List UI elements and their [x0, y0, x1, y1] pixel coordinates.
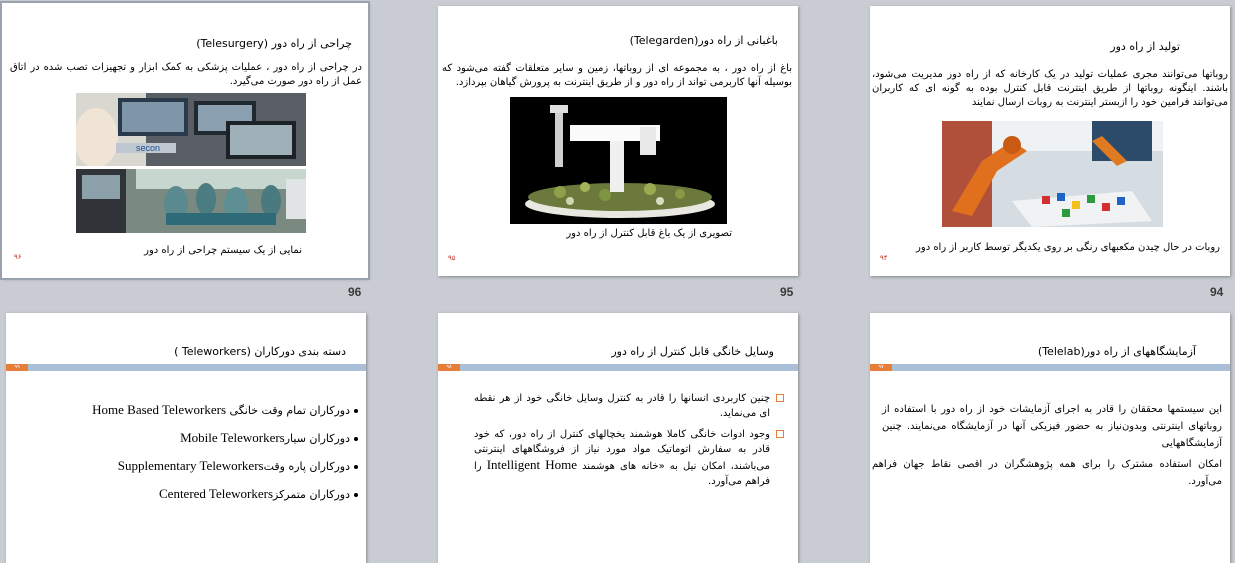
slide-number-95: 95: [780, 285, 794, 299]
slide-header-tab: ۹۸: [438, 364, 460, 371]
slide-caption: نمایی از یک سیستم چراحی از راه دور: [144, 245, 302, 256]
list-item: دورکاران تمام وقت خانگی Home Based Telew…: [92, 396, 358, 424]
robot-arm-image: [942, 121, 1163, 227]
slide-body: روباتها می‌توانند مجری عملیات تولید در ی…: [872, 69, 1228, 108]
slide-caption: روبات در حال چیدن مکعبهای رنگی بر روی یک…: [916, 242, 1220, 253]
slide-title: باغبانی از راه دور(Telegarden): [629, 34, 778, 47]
slide-body-continued: امکان استفاده مشترک را برای همه پژوهشگرا…: [872, 459, 1222, 487]
slide-page-number: ۹۴: [880, 254, 888, 262]
operating-room-image: [76, 169, 306, 233]
slide-title: تولید از راه دور: [1110, 40, 1180, 53]
slide-thumbnail-98[interactable]: وسایل خانگی قابل کنترل از راه دور ۹۸ چنی…: [438, 313, 798, 563]
slide-page-number: ۹۵: [448, 254, 456, 262]
slide-thumbnail-97[interactable]: آزمایشگاههای از راه دور(Telelab) ۹۷ این …: [870, 313, 1230, 563]
slide-title: دسته بندی دورکاران (Teleworkers ): [174, 345, 346, 358]
slide-body: باغ از راه دور ، به مجموعه ای از روباتها…: [442, 63, 792, 88]
svg-text:secon: secon: [136, 143, 160, 153]
slide-number-94: 94: [1210, 285, 1224, 299]
slide-page-number: ۹۶: [14, 253, 22, 261]
slide-thumbnail-99[interactable]: دسته بندی دورکاران (Teleworkers ) ۹۹ دور…: [6, 313, 366, 563]
slide-title: آزمایشگاههای از راه دور(Telelab): [1037, 345, 1196, 358]
slide-header-tab: ۹۷: [870, 364, 892, 371]
slide-header-bar: [870, 364, 1230, 371]
teleworker-list: دورکاران تمام وقت خانگی Home Based Telew…: [92, 396, 358, 508]
list-item: دورکاران پاره وقتSupplementary Teleworke…: [92, 452, 358, 480]
slide-thumbnail-96[interactable]: چراحی از راه دور (Telesurgery) در چراحی …: [0, 1, 370, 280]
slide-header-bar: [438, 364, 798, 371]
slide-caption: تصویری از یک باغ قابل کنترل از راه دور: [566, 228, 732, 239]
list-item: دورکاران متمرکزCentered Teleworkers: [92, 480, 358, 508]
slide-body: این سیستمها محققان را قادر به اجرای آزما…: [882, 404, 1222, 449]
slide-thumbnail-95[interactable]: باغبانی از راه دور(Telegarden) باغ از را…: [438, 6, 798, 276]
slide-title: چراحی از راه دور (Telesurgery): [196, 37, 352, 50]
content-list: چنین کاربردی انسانها را قادر به کنترل وس…: [474, 391, 784, 495]
slide-body: در چراحی از راه دور ، عملیات پزشکی به کم…: [10, 62, 362, 87]
slide-header-tab: ۹۹: [6, 364, 28, 371]
telegarden-image: [510, 97, 727, 224]
surgery-console-image: secon: [76, 93, 306, 166]
list-item: دورکاران سیارMobile Teleworkers: [92, 424, 358, 452]
list-item: چنین کاربردی انسانها را قادر به کنترل وس…: [474, 391, 784, 421]
list-item: وجود ادوات خانگی کاملا هوشمند یخچالهای ک…: [474, 427, 784, 489]
slide-header-bar: [6, 364, 366, 371]
slide-title: وسایل خانگی قابل کنترل از راه دور: [611, 345, 774, 358]
slide-number-96: 96: [348, 285, 362, 299]
slide-thumbnail-94[interactable]: تولید از راه دور روباتها می‌توانند مجری …: [870, 6, 1230, 276]
